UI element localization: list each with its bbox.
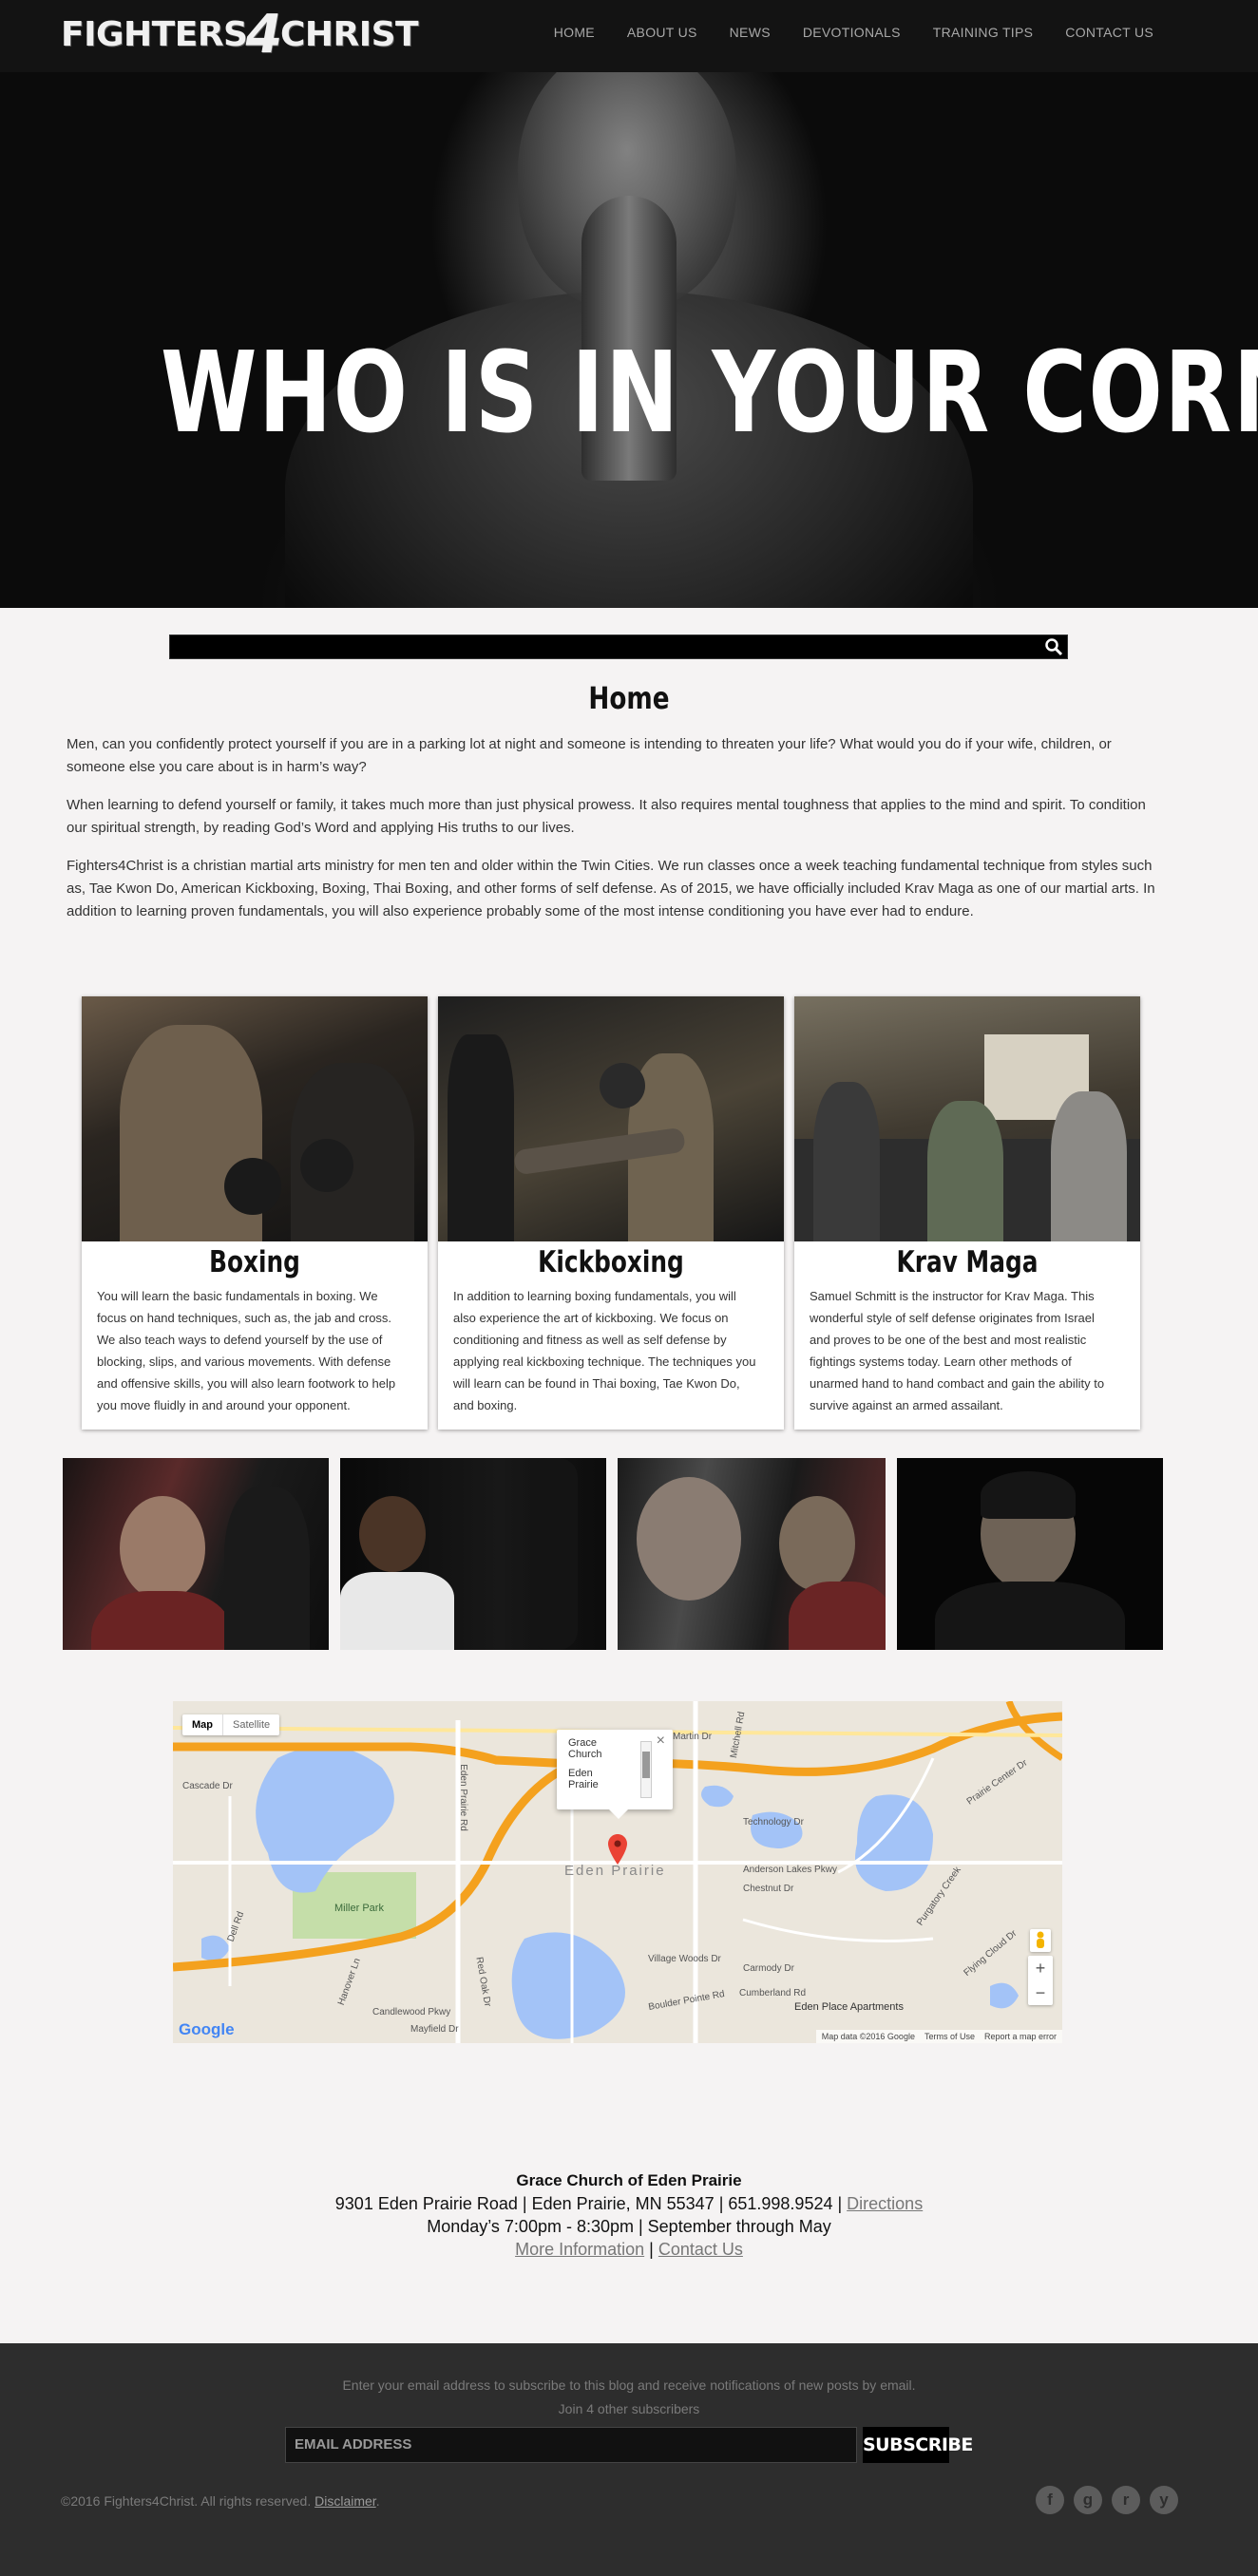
nav-news[interactable]: NEWS (730, 25, 771, 40)
copyright-text: ©2016 Fighters4Christ. All rights reserv… (61, 2493, 312, 2509)
subscribe-text: Enter your email address to subscribe to… (342, 2377, 916, 2393)
martial-arts-cards: Boxing You will learn the basic fundamen… (82, 996, 1142, 1430)
gallery-image[interactable] (340, 1458, 606, 1650)
contact-us-link[interactable]: Contact Us (658, 2240, 743, 2259)
boxing-photo (82, 996, 428, 1241)
intro-text: Men, can you confidently protect yoursel… (67, 733, 1169, 938)
location-map[interactable]: Miller Park Eden Place Apartments Techno… (173, 1701, 1062, 2043)
hero-headline: WHO IS IN YOUR CORNER? (161, 327, 1258, 458)
logo-text-four: 4 (239, 3, 288, 66)
youtube-icon[interactable]: y (1150, 2486, 1178, 2514)
map-label: Candlewood Pkwy (372, 2007, 451, 2017)
copyright: ©2016 Fighters4Christ. All rights reserv… (61, 2493, 380, 2509)
map-report-error-link[interactable]: Report a map error (984, 2032, 1057, 2041)
map-label: Chestnut Dr (743, 1884, 794, 1894)
map-type-map-button[interactable]: Map (182, 1714, 222, 1735)
logo-text-fighters: FIGHTERS (61, 14, 248, 54)
zoom-in-button[interactable]: + (1028, 1956, 1053, 1980)
subscribe-description: Enter your email address to subscribe to… (0, 2374, 1258, 2421)
card-title: Krav Maga (896, 1245, 1039, 1279)
main-nav: HOME ABOUT US NEWS DEVOTIONALS TRAINING … (554, 25, 1153, 40)
krav-maga-photo (794, 996, 1140, 1241)
map-label: Village Woods Dr (648, 1954, 721, 1964)
nav-devotionals[interactable]: DEVOTIONALS (803, 25, 901, 40)
info-window-scrollbar[interactable] (640, 1741, 652, 1798)
close-icon[interactable]: × (657, 1733, 665, 1749)
map-attribution: Map data ©2016 Google Terms of Use Repor… (815, 2030, 1062, 2043)
card-title: Boxing (209, 1245, 300, 1279)
map-label: Carmody Dr (743, 1963, 794, 1974)
address-text: 9301 Eden Prairie Road | Eden Prairie, M… (334, 2194, 843, 2213)
map-type-control: Map Satellite (182, 1714, 280, 1735)
email-input[interactable]: EMAIL ADDRESS (285, 2427, 857, 2463)
rss-icon[interactable]: r (1112, 2486, 1140, 2514)
site-footer: Enter your email address to subscribe to… (0, 2343, 1258, 2576)
map-label: Martin Dr (673, 1732, 713, 1742)
map-zoom-control: + − (1028, 1956, 1053, 2005)
map-label: Technology Dr (743, 1817, 804, 1828)
kickboxing-photo (438, 996, 784, 1241)
map-label: Cascade Dr (182, 1781, 233, 1791)
card-text: In addition to learning boxing fundament… (453, 1289, 756, 1412)
subscriber-count: Join 4 other subscribers (558, 2401, 700, 2416)
map-label: Anderson Lakes Pkwy (743, 1865, 837, 1875)
photo-gallery (63, 1458, 1163, 1650)
directions-link[interactable]: Directions (847, 2194, 923, 2213)
gallery-image[interactable] (63, 1458, 329, 1650)
card-text: Samuel Schmitt is the instructor for Kra… (810, 1289, 1105, 1412)
card-kickboxing: Kickboxing In addition to learning boxin… (438, 996, 784, 1430)
link-separator: | (649, 2240, 654, 2259)
street-view-pegman-icon[interactable] (1030, 1929, 1051, 1952)
nav-about-us[interactable]: ABOUT US (627, 25, 697, 40)
facebook-icon[interactable]: f (1036, 2486, 1064, 2514)
nav-training-tips[interactable]: TRAINING TIPS (933, 25, 1034, 40)
logo-text-christ: CHRIST (279, 14, 419, 54)
page-title: Home (588, 680, 670, 716)
map-label: Mayfield Dr (410, 2024, 459, 2035)
map-label: Miller Park (334, 1903, 384, 1914)
map-city-label: Eden Prairie (564, 1863, 666, 1879)
card-krav-maga: Krav Maga Samuel Schmitt is the instruct… (794, 996, 1140, 1430)
copyright-period: . (375, 2493, 380, 2509)
nav-contact-us[interactable]: CONTACT US (1065, 25, 1153, 40)
intro-paragraph: Fighters4Christ is a christian martial a… (67, 858, 1155, 919)
top-navigation-bar: FIGHTERS 4 CHRIST HOME ABOUT US NEWS DEVOT… (0, 0, 1258, 72)
links-line: More Information | Contact Us (0, 2238, 1258, 2261)
map-label: Cumberland Rd (739, 1988, 807, 1998)
map-label: Eden Place Apartments (794, 2001, 904, 2013)
map-info-window: Grace Church Eden Prairie × (557, 1730, 673, 1819)
map-data-credit: Map data ©2016 Google (821, 2032, 915, 2041)
map-type-satellite-button[interactable]: Satellite (222, 1714, 279, 1735)
intro-paragraph: Men, can you confidently protect yoursel… (67, 736, 1112, 775)
address-line: 9301 Eden Prairie Road | Eden Prairie, M… (0, 2192, 1258, 2215)
card-title: Kickboxing (538, 1245, 684, 1279)
schedule-line: Monday’s 7:00pm - 8:30pm | September thr… (427, 2217, 831, 2236)
location-info: Grace Church of Eden Prairie 9301 Eden P… (0, 2169, 1258, 2261)
intro-paragraph: When learning to defend yourself or fami… (67, 797, 1146, 836)
disclaimer-link[interactable]: Disclaimer (314, 2493, 376, 2509)
gallery-image[interactable] (618, 1458, 886, 1650)
card-text: You will learn the basic fundamentals in… (97, 1289, 396, 1412)
hero-banner: WHO IS IN YOUR CORNER? (0, 72, 1258, 608)
search-bar (169, 635, 1068, 659)
map-terms-link[interactable]: Terms of Use (924, 2032, 975, 2041)
card-boxing: Boxing You will learn the basic fundamen… (82, 996, 428, 1430)
zoom-out-button[interactable]: − (1028, 1980, 1053, 2005)
search-input[interactable] (170, 635, 1025, 658)
site-logo[interactable]: FIGHTERS 4 CHRIST (61, 3, 419, 66)
search-icon[interactable] (1044, 637, 1063, 656)
church-name: Grace Church of Eden Prairie (516, 2171, 742, 2189)
more-information-link[interactable]: More Information (515, 2240, 644, 2259)
subscribe-button[interactable]: SUBSCRIBE (863, 2427, 973, 2463)
social-links: f g r y (1036, 2486, 1178, 2514)
gallery-image[interactable] (897, 1458, 1163, 1650)
map-label: Eden Prairie Rd (457, 1764, 468, 1831)
google-logo: Google (179, 2020, 235, 2038)
google-plus-icon[interactable]: g (1074, 2486, 1102, 2514)
nav-home[interactable]: HOME (554, 25, 595, 40)
